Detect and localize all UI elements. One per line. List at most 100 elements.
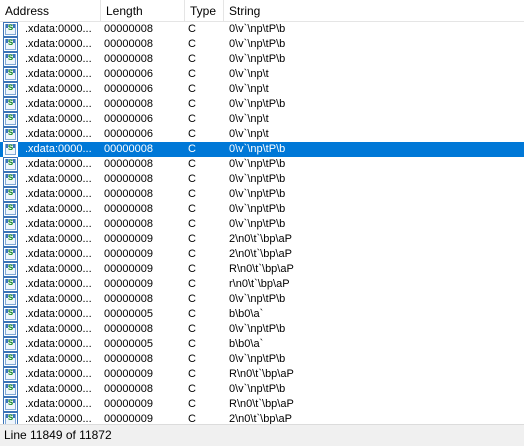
strings-list[interactable]: s .xdata:0000... 00000008 C 0\v`\np\tP\b s .xd… <box>0 22 524 424</box>
string-cell: r\n0\t`\bp\aP <box>229 278 290 290</box>
column-header-string[interactable]: String <box>224 0 524 21</box>
type-cell: C <box>188 203 196 215</box>
string-cell: b\b0\a` <box>229 338 264 350</box>
table-row[interactable]: s .xdata:0000... 00000009 C R\n0\t`\bp\aP <box>0 367 524 382</box>
address-cell: .xdata:0000... <box>25 53 92 65</box>
string-cell: 0\v`\np\tP\b <box>229 203 286 215</box>
length-cell: 00000008 <box>104 38 153 50</box>
table-row[interactable]: s .xdata:0000... 00000009 C 2\n0\t`\bp\aP <box>0 247 524 262</box>
table-row[interactable]: s .xdata:0000... 00000008 C 0\v`\np\tP\b <box>0 322 524 337</box>
table-row[interactable]: s .xdata:0000... 00000008 C 0\v`\np\tP\b <box>0 97 524 112</box>
string-cell: 0\v`\np\tP\b <box>229 158 286 170</box>
string-cell: R\n0\t`\bp\aP <box>229 368 294 380</box>
address-cell: .xdata:0000... <box>25 278 92 290</box>
address-cell: .xdata:0000... <box>25 338 92 350</box>
string-cell: 0\v`\np\t <box>229 83 269 95</box>
type-cell: C <box>188 113 196 125</box>
string-cell: 0\v`\np\tP\b <box>229 143 286 155</box>
table-row[interactable]: s .xdata:0000... 00000009 C R\n0\t`\bp\aP <box>0 262 524 277</box>
table-row[interactable]: s .xdata:0000... 00000008 C 0\v`\np\tP\b <box>0 187 524 202</box>
table-row[interactable]: s .xdata:0000... 00000008 C 0\v`\np\tP\b <box>0 157 524 172</box>
column-header-address[interactable]: Address <box>0 0 101 21</box>
table-row[interactable]: s .xdata:0000... 00000008 C 0\v`\np\tP\b <box>0 22 524 37</box>
address-cell: .xdata:0000... <box>25 368 92 380</box>
string-cell: b\b0\a` <box>229 308 264 320</box>
table-row[interactable]: s .xdata:0000... 00000009 C R\n0\t`\bp\aP <box>0 397 524 412</box>
address-cell: .xdata:0000... <box>25 143 92 155</box>
address-cell: .xdata:0000... <box>25 263 92 275</box>
string-icon: s <box>3 412 18 424</box>
table-row[interactable]: s .xdata:0000... 00000008 C 0\v`\np\tP\b <box>0 352 524 367</box>
string-icon: s <box>3 382 18 397</box>
table-row[interactable]: s .xdata:0000... 00000009 C 2\n0\t`\bp\aP <box>0 412 524 424</box>
address-cell: .xdata:0000... <box>25 383 92 395</box>
type-cell: C <box>188 413 196 424</box>
type-cell: C <box>188 368 196 380</box>
table-row[interactable]: s .xdata:0000... 00000006 C 0\v`\np\t <box>0 82 524 97</box>
column-header-bar: Address Length Type String <box>0 0 524 22</box>
length-cell: 00000005 <box>104 338 153 350</box>
string-cell: 0\v`\np\tP\b <box>229 188 286 200</box>
table-row[interactable]: s .xdata:0000... 00000008 C 0\v`\np\tP\b <box>0 142 524 157</box>
table-row[interactable]: s .xdata:0000... 00000008 C 0\v`\np\tP\b <box>0 382 524 397</box>
status-bar: Line 11849 of 11872 <box>0 424 524 446</box>
string-cell: 0\v`\np\tP\b <box>229 323 286 335</box>
string-cell: 0\v`\np\tP\b <box>229 23 286 35</box>
string-cell: R\n0\t`\bp\aP <box>229 263 294 275</box>
string-icon: s <box>3 97 18 112</box>
length-cell: 00000006 <box>104 68 153 80</box>
table-row[interactable]: s .xdata:0000... 00000006 C 0\v`\np\t <box>0 67 524 82</box>
length-cell: 00000008 <box>104 158 153 170</box>
type-cell: C <box>188 173 196 185</box>
table-row[interactable]: s .xdata:0000... 00000005 Cb\b0\a` <box>0 337 524 352</box>
length-cell: 00000009 <box>104 263 153 275</box>
address-cell: .xdata:0000... <box>25 248 92 260</box>
address-cell: .xdata:0000... <box>25 323 92 335</box>
length-cell: 00000005 <box>104 308 153 320</box>
table-row[interactable]: s .xdata:0000... 00000009 Cr\n0\t`\bp\aP <box>0 277 524 292</box>
length-cell: 00000008 <box>104 383 153 395</box>
string-icon: s <box>3 352 18 367</box>
status-line-counter: Line 11849 of 11872 <box>4 428 112 442</box>
string-icon: s <box>3 112 18 127</box>
table-row[interactable]: s .xdata:0000... 00000008 C 0\v`\np\tP\b <box>0 37 524 52</box>
string-icon: s <box>3 337 18 352</box>
table-row[interactable]: s .xdata:0000... 00000009 C 2\n0\t`\bp\aP <box>0 232 524 247</box>
string-icon: s <box>3 187 18 202</box>
string-cell: 0\v`\np\t <box>229 68 269 80</box>
table-row[interactable]: s .xdata:0000... 00000008 C 0\v`\np\tP\b <box>0 202 524 217</box>
length-cell: 00000009 <box>104 278 153 290</box>
string-cell: R\n0\t`\bp\aP <box>229 398 294 410</box>
table-row[interactable]: s .xdata:0000... 00000008 C 0\v`\np\tP\b <box>0 52 524 67</box>
type-cell: C <box>188 323 196 335</box>
address-cell: .xdata:0000... <box>25 158 92 170</box>
table-row[interactable]: s .xdata:0000... 00000008 C 0\v`\np\tP\b <box>0 292 524 307</box>
length-cell: 00000008 <box>104 173 153 185</box>
type-cell: C <box>188 128 196 140</box>
type-cell: C <box>188 143 196 155</box>
string-cell: 0\v`\np\tP\b <box>229 353 286 365</box>
table-row[interactable]: s .xdata:0000... 00000006 C 0\v`\np\t <box>0 112 524 127</box>
length-cell: 00000008 <box>104 143 153 155</box>
column-header-length[interactable]: Length <box>101 0 185 21</box>
string-icon: s <box>3 397 18 412</box>
type-cell: C <box>188 248 196 260</box>
type-cell: C <box>188 308 196 320</box>
table-row[interactable]: s .xdata:0000... 00000008 C 0\v`\np\tP\b <box>0 217 524 232</box>
string-cell: 2\n0\t`\bp\aP <box>229 248 292 260</box>
string-cell: 0\v`\np\tP\b <box>229 38 286 50</box>
length-cell: 00000006 <box>104 128 153 140</box>
table-row[interactable]: s .xdata:0000... 00000005 Cb\b0\a` <box>0 307 524 322</box>
string-icon: s <box>3 232 18 247</box>
length-cell: 00000008 <box>104 218 153 230</box>
length-cell: 00000006 <box>104 83 153 95</box>
type-cell: C <box>188 98 196 110</box>
table-row[interactable]: s .xdata:0000... 00000006 C 0\v`\np\t <box>0 127 524 142</box>
length-cell: 00000008 <box>104 353 153 365</box>
column-header-type[interactable]: Type <box>185 0 224 21</box>
length-cell: 00000008 <box>104 188 153 200</box>
address-cell: .xdata:0000... <box>25 173 92 185</box>
type-cell: C <box>188 188 196 200</box>
table-row[interactable]: s .xdata:0000... 00000008 C 0\v`\np\tP\b <box>0 172 524 187</box>
type-cell: C <box>188 278 196 290</box>
